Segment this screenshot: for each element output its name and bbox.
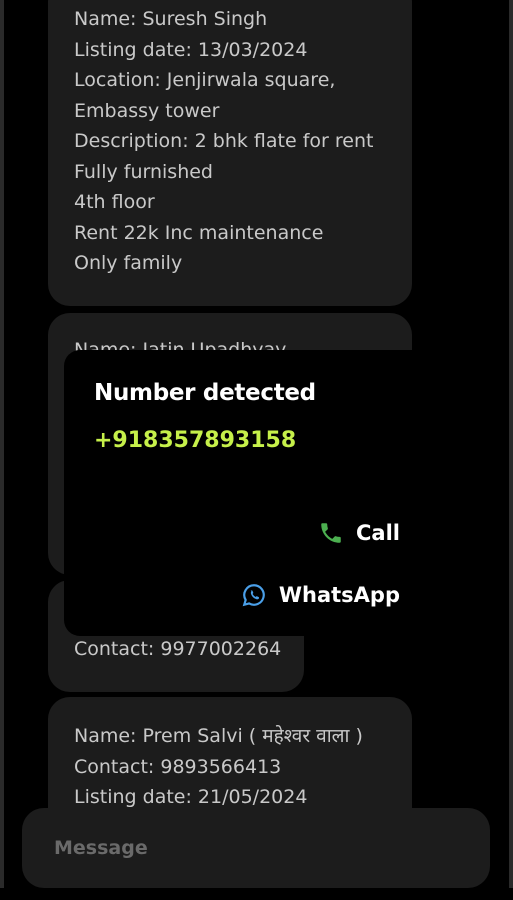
- message-input[interactable]: [52, 836, 464, 860]
- message-composer: [22, 808, 490, 888]
- message-line: Only family: [74, 252, 183, 274]
- device-frame-left: [0, 0, 4, 900]
- message-line: Listing date: 13/03/2024: [74, 38, 308, 61]
- message-line: Fully furnished: [74, 160, 213, 183]
- device-frame-right: [509, 0, 513, 900]
- popup-title: Number detected: [94, 380, 316, 406]
- call-label: Call: [356, 521, 400, 545]
- whatsapp-button[interactable]: WhatsApp: [241, 582, 400, 608]
- message-bubble[interactable]: Name: Suresh Singh Listing date: 13/03/2…: [48, 0, 412, 306]
- message-line: Rent 22k Inc maintenance: [74, 221, 324, 244]
- phone-icon: [318, 520, 344, 546]
- message-line: Description: 2 bhk flate for rent: [74, 130, 374, 152]
- message-line: Contact: 9893566413: [74, 755, 282, 778]
- message-line: Name: Prem Salvi ( महेश्वर वाला ): [74, 725, 363, 747]
- whatsapp-icon: [241, 582, 267, 608]
- message-line: Location: Jenjirwala square,: [74, 69, 336, 91]
- number-detected-popup: Number detected +918357893158 Call Whats…: [64, 350, 430, 636]
- call-button[interactable]: Call: [318, 520, 400, 546]
- detected-phone-number[interactable]: +918357893158: [94, 428, 400, 453]
- message-line: Contact: 9977002264: [74, 638, 282, 660]
- message-line: Embassy tower: [74, 99, 220, 122]
- whatsapp-label: WhatsApp: [278, 583, 400, 607]
- message-line: Name: Suresh Singh: [74, 8, 268, 30]
- message-line: 4th floor: [74, 191, 155, 213]
- navigation-bar: [0, 888, 513, 900]
